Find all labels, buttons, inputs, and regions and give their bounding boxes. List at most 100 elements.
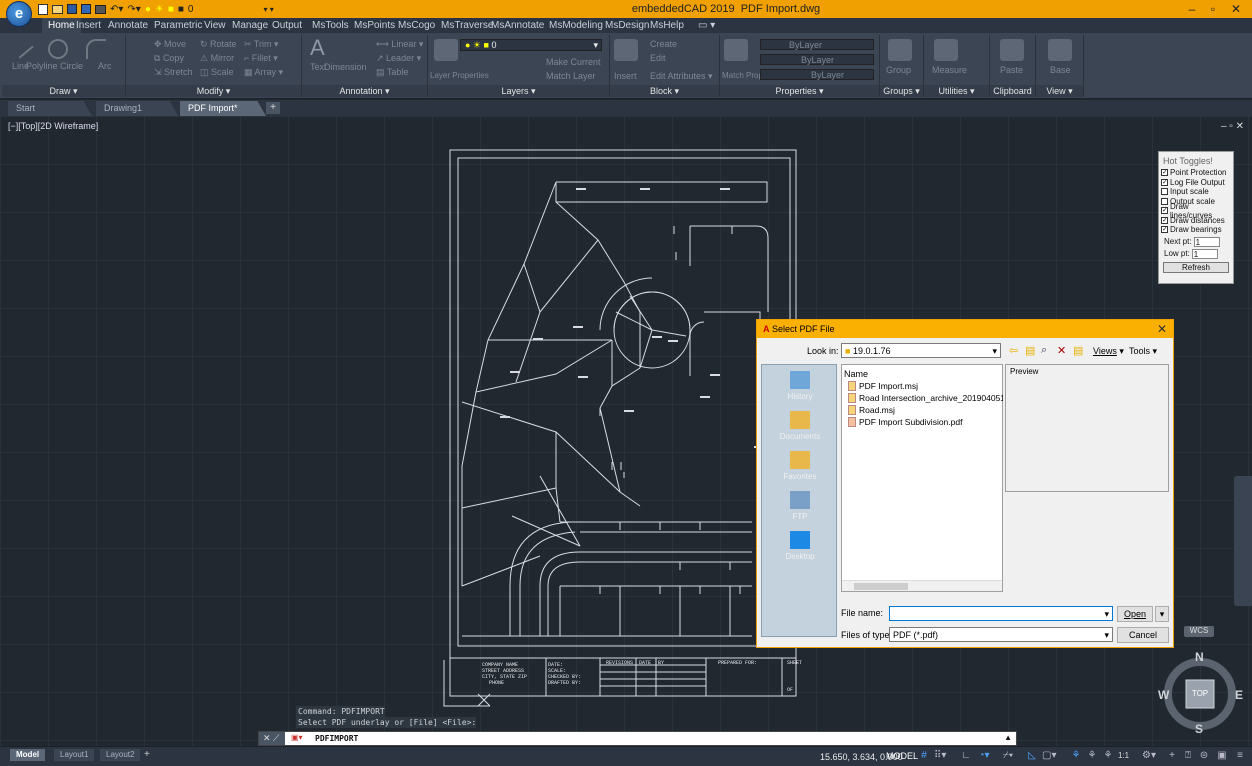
print-icon[interactable]	[95, 4, 106, 14]
redo-icon[interactable]: ↷▾	[127, 4, 140, 15]
annotation-scale-value[interactable]: 1:1	[1118, 751, 1129, 760]
insert-button[interactable]: Insert	[614, 71, 637, 81]
toggle-checkbox[interactable]: ✓	[1161, 226, 1168, 234]
toggle-option[interactable]: ✓ Draw lines/curves	[1159, 202, 1233, 220]
wcs-menu[interactable]: WCS	[1184, 626, 1214, 637]
move-button[interactable]: ✥ Move	[154, 39, 186, 50]
layer-dropdown-combo[interactable]: ● ☀ ■ 0 ▾	[460, 39, 602, 51]
toggle-checkbox[interactable]: ✓	[1161, 216, 1168, 224]
open-file-icon[interactable]	[52, 4, 63, 14]
search-web-icon[interactable]: ⌕	[1041, 344, 1047, 357]
dialog-close-icon[interactable]: ✕	[1157, 322, 1167, 336]
viewcube-top-face[interactable]: TOP	[1186, 689, 1214, 698]
toggle-checkbox[interactable]	[1161, 188, 1168, 196]
menu-tab-manage[interactable]: Manage	[232, 20, 268, 31]
place-ftp[interactable]: FTP	[762, 491, 838, 521]
copy-button[interactable]: ⧉ Copy	[154, 53, 184, 64]
menu-tab-msannotate[interactable]: MsAnnotate	[491, 20, 544, 31]
application-menu-button[interactable]: e	[6, 1, 32, 27]
view-panel-title[interactable]: View ▾	[1036, 85, 1083, 97]
undo-icon[interactable]: ↶▾	[110, 4, 123, 15]
osnap-icon[interactable]: ◺	[1026, 750, 1038, 762]
isodraft-icon[interactable]: ⌿▾	[1002, 750, 1014, 762]
stretch-button[interactable]: ⇲ Stretch	[154, 67, 193, 78]
tab-drawing1[interactable]: Drawing1	[96, 101, 178, 116]
circle-button[interactable]: Circle	[60, 61, 83, 71]
layer-dropdown[interactable]: ▾ ▾	[263, 5, 273, 14]
properties-panel-title[interactable]: Properties ▾	[720, 85, 879, 97]
customization-menu-icon[interactable]: ≡	[1234, 750, 1246, 762]
scrollbar-thumb[interactable]	[854, 583, 908, 590]
fillet-button[interactable]: ⌐ Fillet ▾	[244, 53, 278, 64]
toggle-option[interactable]: ✓ Draw bearings	[1159, 225, 1233, 235]
menu-tab-mspoints[interactable]: MsPoints	[354, 20, 395, 31]
menu-tab-mstraverse[interactable]: MsTraverse	[441, 20, 493, 31]
next-pt-input[interactable]: 1	[1193, 236, 1220, 247]
color-combo[interactable]: ByLayer	[760, 39, 874, 50]
close-button[interactable]: ✕	[1226, 2, 1246, 16]
name-column-header[interactable]: Name	[844, 369, 868, 379]
base-button[interactable]: Base	[1050, 65, 1071, 75]
array-button[interactable]: ▦ Array ▾	[244, 67, 283, 78]
viewcube[interactable]: TOP N S E W	[1158, 650, 1244, 736]
tab-start[interactable]: Start	[8, 101, 92, 116]
annotation-visibility-icon[interactable]: ⚘	[1070, 750, 1082, 762]
file-name-input[interactable]: ▾	[889, 606, 1113, 621]
layout-tab-model[interactable]: Model	[10, 749, 46, 761]
clean-screen-icon[interactable]: ▣	[1216, 750, 1228, 762]
linear-button[interactable]: ⟷ Linear ▾	[376, 39, 423, 50]
file-item[interactable]: Road.msj	[848, 405, 1003, 415]
compass-north[interactable]: N	[1195, 650, 1204, 664]
tab-pdf-import[interactable]: PDF Import*	[180, 101, 266, 116]
ortho-icon[interactable]: ∟	[960, 750, 972, 762]
dimension-button[interactable]: Dimension	[324, 62, 367, 72]
grid-icon[interactable]: #	[918, 750, 930, 762]
snap-icon[interactable]: ⠿▾	[934, 750, 946, 762]
toggle-option[interactable]: ✓ Log File Output	[1159, 178, 1233, 188]
toggle-option[interactable]: ✓ Draw distances	[1159, 216, 1233, 226]
place-history[interactable]: History	[762, 371, 838, 401]
arc-button[interactable]: Arc	[98, 61, 112, 71]
views-menu[interactable]: Views ▾	[1093, 346, 1124, 357]
menu-tab-parametric[interactable]: Parametric	[154, 20, 202, 31]
trim-button[interactable]: ✂ Trim ▾	[244, 39, 279, 50]
workspace-gear-icon[interactable]: ⚙▾	[1142, 750, 1156, 762]
menu-tab-mshelp[interactable]: MsHelp	[650, 20, 684, 31]
groups-panel-title[interactable]: Groups ▾	[880, 85, 923, 97]
tools-menu[interactable]: Tools ▾	[1129, 346, 1157, 357]
layout-tab-layout2[interactable]: Layout2	[100, 749, 141, 761]
save-as-icon[interactable]	[81, 4, 91, 14]
horizontal-scrollbar[interactable]	[842, 580, 1002, 591]
leader-button[interactable]: ↗ Leader ▾	[376, 53, 421, 64]
navigation-bar[interactable]	[1234, 476, 1252, 606]
layer-properties-button[interactable]: Layer Properties	[430, 71, 489, 80]
open-dropdown-button[interactable]: ▾	[1155, 606, 1169, 622]
edit-block-button[interactable]: Edit	[650, 53, 666, 63]
table-button[interactable]: ▤ Table	[376, 67, 408, 78]
toggle-option[interactable]: Input scale	[1159, 187, 1233, 197]
menu-tab-msdesign[interactable]: MsDesign	[605, 20, 649, 31]
command-line-controls[interactable]: ✕ ⟋	[259, 732, 285, 745]
polyline-button[interactable]: Polyline	[26, 61, 58, 71]
up-folder-icon[interactable]: ▤	[1025, 344, 1035, 357]
restore-button[interactable]: ▫	[1203, 2, 1223, 16]
command-history-toggle[interactable]: ▲	[1004, 733, 1012, 742]
mirror-button[interactable]: ⚠ Mirror	[200, 53, 234, 64]
annotation-monitor-icon[interactable]: +	[1166, 750, 1178, 762]
files-of-type-select[interactable]: PDF (*.pdf) ▾	[889, 627, 1113, 642]
menu-tab-insert[interactable]: Insert	[76, 20, 101, 31]
group-button[interactable]: Group	[886, 65, 911, 75]
draw-panel-title[interactable]: Draw ▾	[2, 85, 125, 97]
place-documents[interactable]: Documents	[762, 411, 838, 441]
new-tab-button[interactable]: +	[266, 102, 280, 114]
compass-west[interactable]: W	[1158, 688, 1169, 702]
place-desktop[interactable]: Desktop	[762, 531, 838, 561]
units-icon[interactable]: ⍰	[1182, 750, 1194, 762]
low-pt-input[interactable]: 1	[1191, 248, 1218, 259]
scale-button[interactable]: ◫ Scale	[200, 67, 234, 78]
back-icon[interactable]: ⇦	[1009, 344, 1018, 357]
match-layer-button[interactable]: Match Layer	[546, 71, 596, 81]
annotation-panel-title[interactable]: Annotation ▾	[302, 85, 427, 97]
utilities-panel-title[interactable]: Utilities ▾	[924, 85, 989, 97]
menu-tab-mstools[interactable]: MsTools	[312, 20, 349, 31]
